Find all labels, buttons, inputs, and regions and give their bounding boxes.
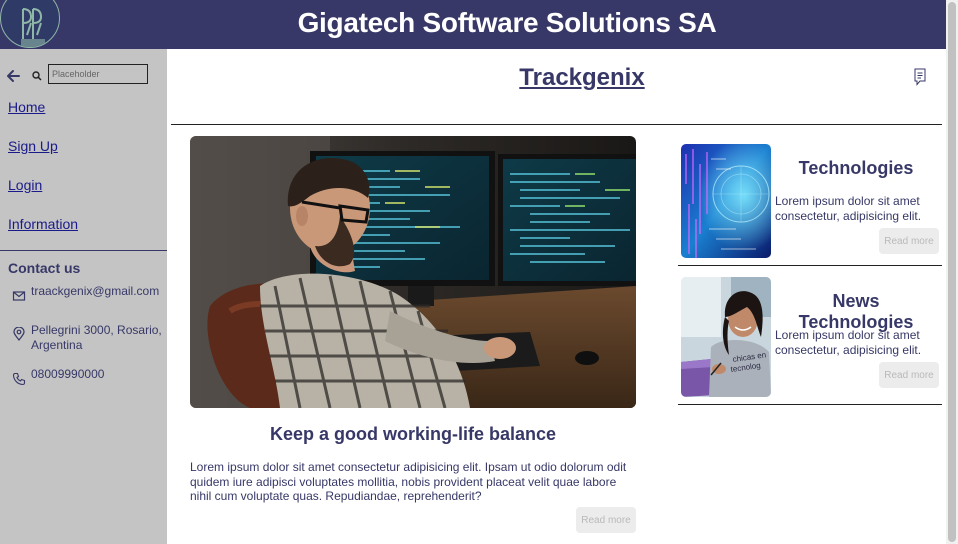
sidebar: Home Sign Up Login Information Contact u… — [0, 49, 167, 544]
hero-read-more-button[interactable]: Read more — [576, 507, 636, 533]
card-news-technologies-read-more-button[interactable]: Read more — [879, 362, 939, 388]
card-divider-1 — [678, 265, 942, 266]
search-input[interactable] — [48, 64, 148, 84]
arrow-left-icon[interactable] — [6, 69, 20, 83]
search-icon[interactable] — [32, 71, 42, 81]
nav-link-home[interactable]: Home — [8, 99, 45, 115]
hero-title: Keep a good working-life balance — [269, 424, 557, 444]
card-news-technologies-title: News Technologies — [798, 291, 914, 332]
site-title: Gigatech Software Solutions SA — [297, 7, 717, 38]
phone-icon — [12, 372, 26, 386]
contact-phone-text[interactable]: 08009990000 — [31, 367, 171, 382]
card-technologies-title: Technologies — [798, 158, 914, 178]
main-divider — [171, 124, 942, 125]
header-bar: Gigatech Software Solutions SA — [0, 0, 946, 49]
nav-link-login[interactable]: Login — [8, 177, 42, 193]
scrollbar-thumb[interactable] — [948, 2, 956, 542]
hero-text: Lorem ipsum dolor sit amet consectetur a… — [190, 460, 627, 503]
contact-email-text[interactable]: traackgenix@gmail.com — [31, 284, 171, 299]
page-title[interactable]: Trackgenix — [167, 64, 958, 92]
sidebar-divider — [0, 250, 167, 251]
card-news-technologies-text: Lorem ipsum dolor sit amet consectetur, … — [775, 328, 922, 357]
nav-link-information[interactable]: Information — [8, 216, 78, 232]
card-news-technologies-image: chicas en tecnolog — [681, 277, 771, 397]
mail-icon — [12, 291, 26, 301]
nav-link-signup[interactable]: Sign Up — [8, 138, 58, 154]
location-pin-icon — [13, 327, 25, 341]
card-divider-2 — [678, 404, 942, 405]
card-technologies-text: Lorem ipsum dolor sit amet consectetur, … — [775, 194, 922, 223]
card-technologies-image — [681, 144, 771, 258]
contact-title: Contact us — [8, 260, 81, 276]
note-icon[interactable] — [913, 68, 927, 86]
hero-image — [190, 136, 636, 408]
contact-address-text: Pellegrini 3000, Rosario, Argentina — [31, 323, 162, 352]
card-technologies-read-more-button[interactable]: Read more — [879, 228, 939, 254]
